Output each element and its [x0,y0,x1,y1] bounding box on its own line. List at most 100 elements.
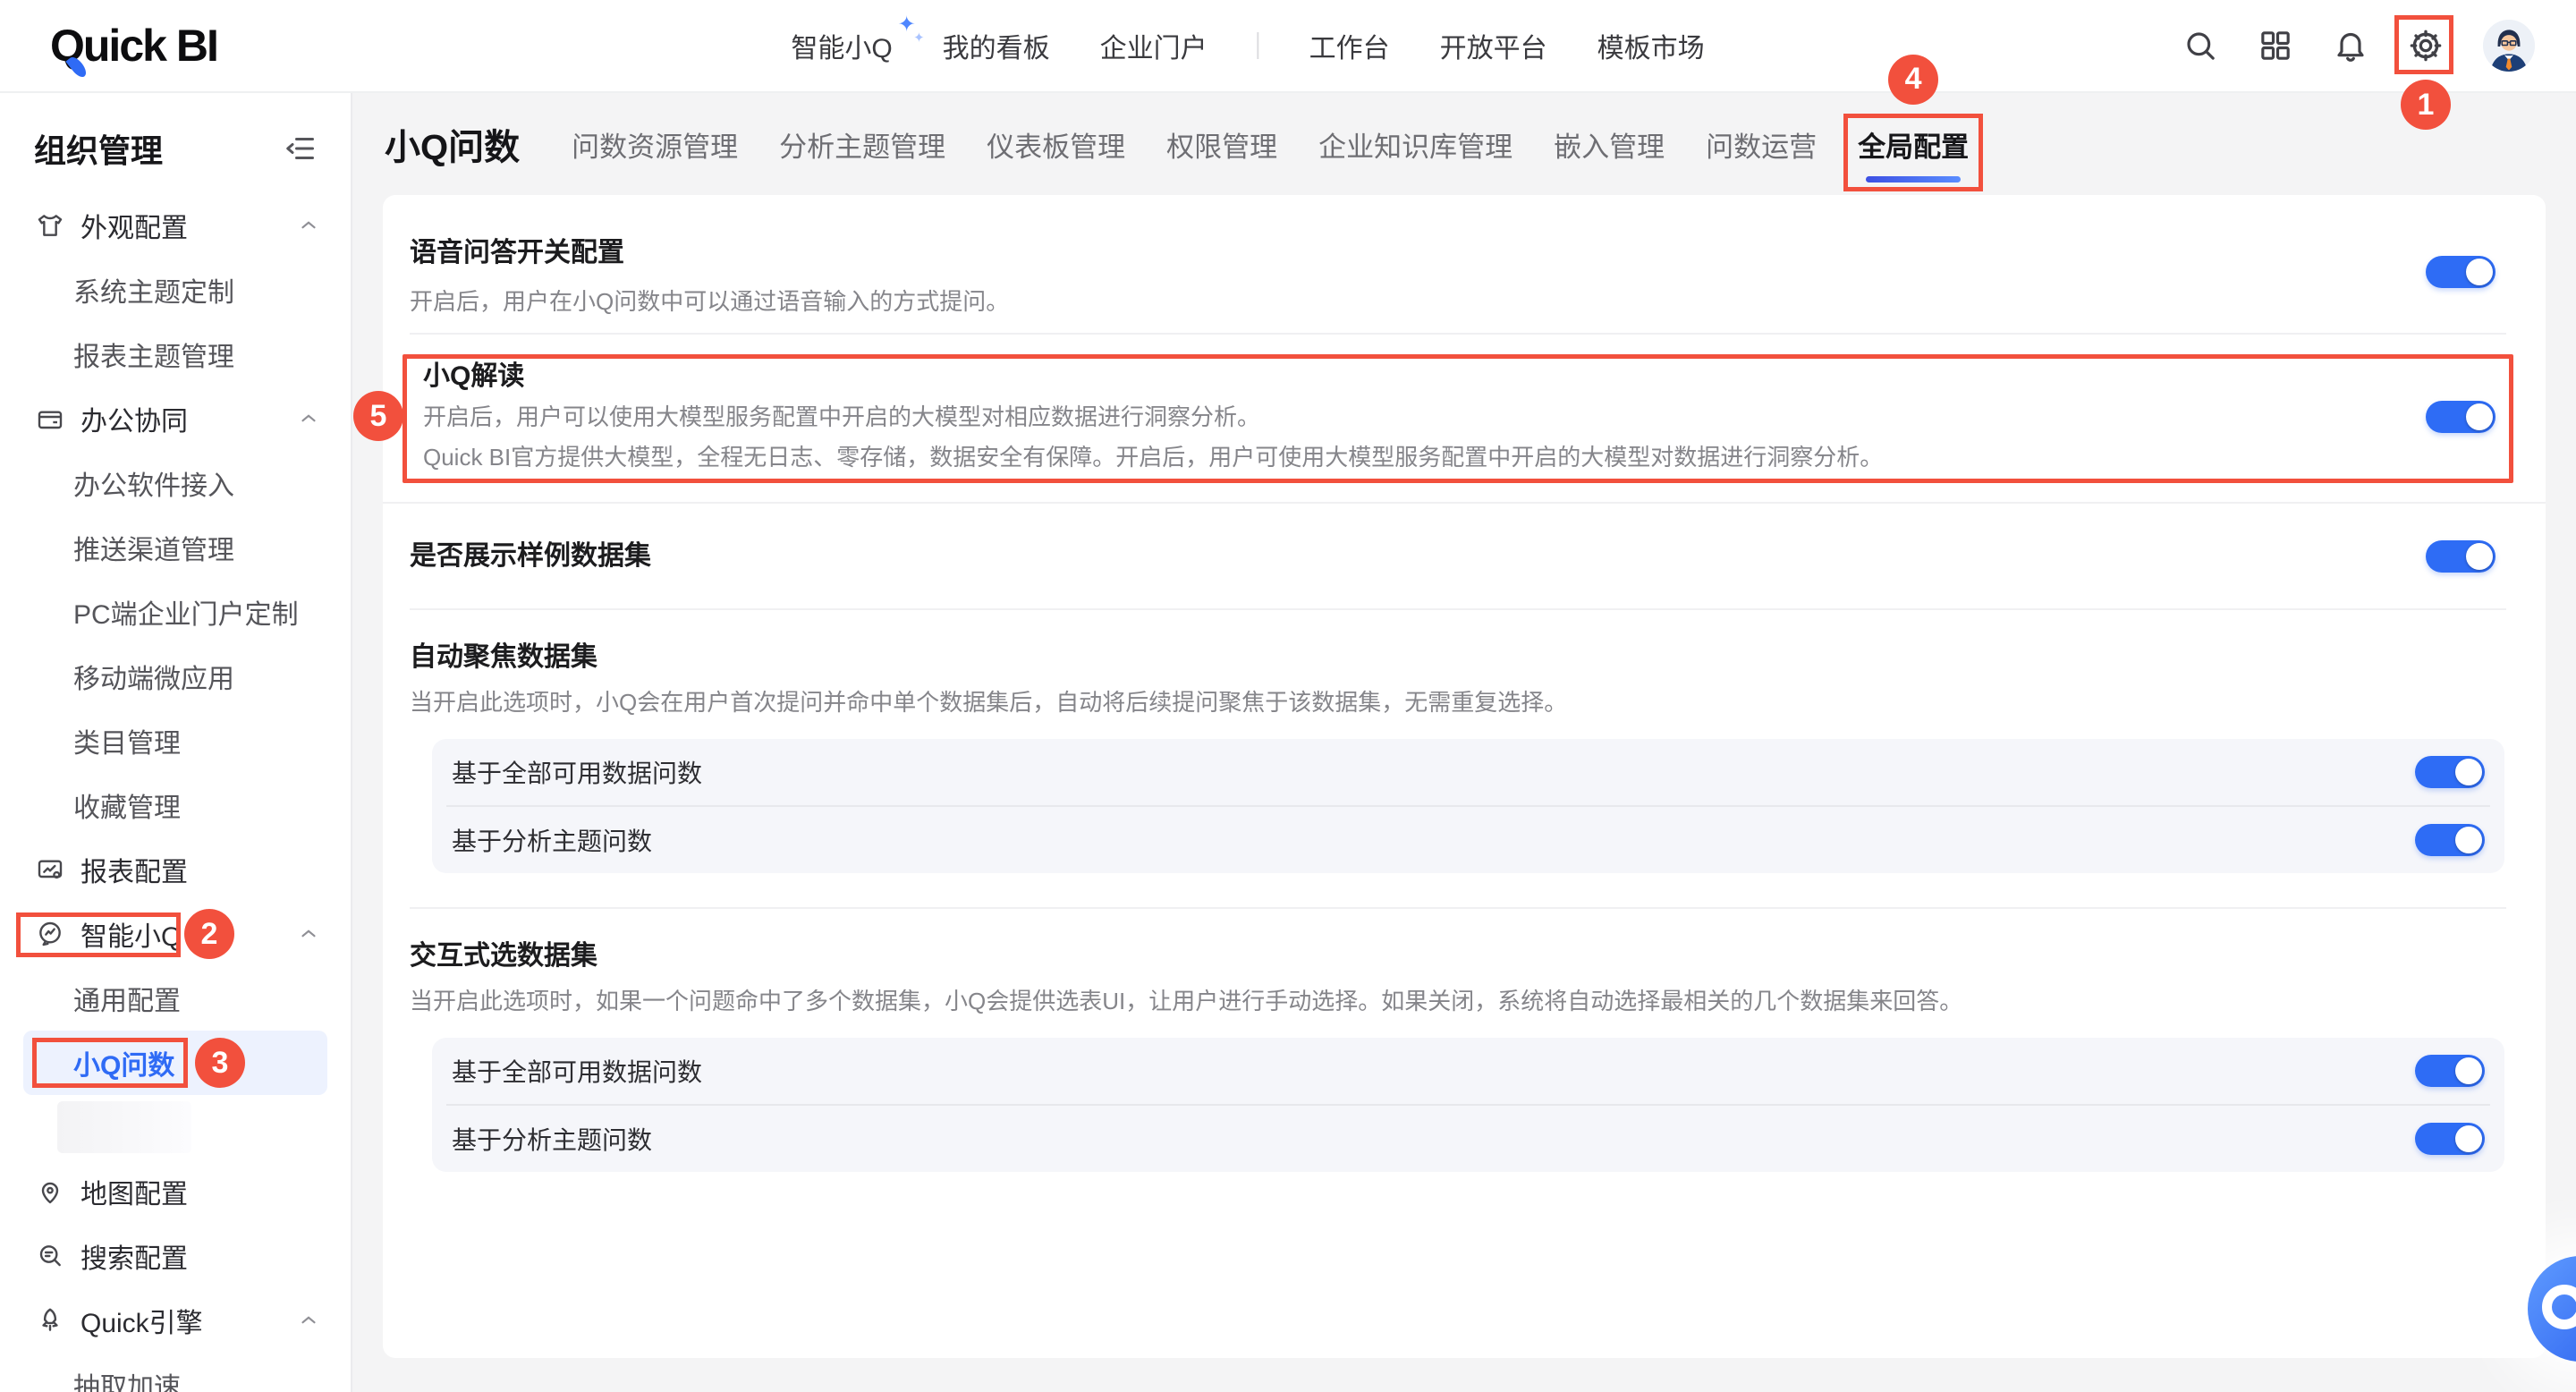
apps-grid-icon[interactable] [2258,28,2293,64]
interactive-theme-row: 基于分析主题问数 [432,1106,2504,1172]
search-bubble-icon [36,1242,64,1270]
sidebar-item-report-theme[interactable]: 报表主题管理 [0,322,351,386]
tab-analysis-theme-mgmt[interactable]: 分析主题管理 [779,124,945,165]
active-tab-underline [1866,176,1961,182]
autofocus-desc: 当开启此选项时，小Q会在用户首次提问并命中单个数据集后，自动将后续提问聚焦于该数… [410,687,2504,717]
voice-qa-title: 语音问答开关配置 [410,238,1009,268]
sidebar-item-category-mgmt[interactable]: 类目管理 [0,709,351,773]
assistant-icon [2542,1285,2576,1329]
sidebar-item-xiaoq-ask[interactable]: 小Q问数 3 [23,1031,327,1095]
sidebar-group-label: Quick引擎 [80,1301,203,1340]
sidebar-item-office-software[interactable]: 办公软件接入 [0,451,351,515]
voice-qa-toggle[interactable] [2426,256,2496,288]
sidebar-group-smart-q[interactable]: 智能小Q 2 [0,902,351,966]
header-icons: 1 [2182,20,2535,72]
sample-dataset-title: 是否展示样例数据集 [410,541,651,572]
autofocus-all-data-toggle[interactable] [2415,756,2485,788]
nav-item-enterprise-portal[interactable]: 企业门户 [1100,26,1208,65]
sidebar-group-search-config[interactable]: 搜索配置 [0,1224,351,1288]
voice-qa-row: 语音问答开关配置 开启后，用户在小Q问数中可以通过语音输入的方式提问。 [383,195,2546,333]
autofocus-theme-row: 基于分析主题问数 [432,807,2504,873]
nav-item-open-platform[interactable]: 开放平台 [1440,26,1547,65]
sparkle-icon: ✦ [913,30,925,46]
nav-item-template-market[interactable]: 模板市场 [1597,26,1705,65]
tab-knowledge-base-mgmt[interactable]: 企业知识库管理 [1318,124,1513,165]
divider [410,333,2506,335]
tab-embed-mgmt[interactable]: 嵌入管理 [1554,124,1665,165]
user-avatar[interactable] [2483,20,2535,72]
sidebar: 组织管理 外观配置 系统主题定制 报表主题管理 办公协同 [0,93,352,1392]
notification-bell-icon[interactable] [2333,28,2368,64]
sidebar-item-general-config[interactable]: 通用配置 [0,966,351,1031]
sidebar-group-label: 报表配置 [80,850,188,889]
collapse-sidebar-icon[interactable] [284,132,317,165]
sidebar-group-label: 办公协同 [80,399,188,438]
report-screen-icon [36,855,64,884]
main-area: 小Q问数 问数资源管理 分析主题管理 仪表板管理 权限管理 企业知识库管理 嵌入… [352,93,2576,1392]
autofocus-title: 自动聚焦数据集 [410,642,2504,673]
smart-q-icon [36,920,64,948]
page-header: 小Q问数 问数资源管理 分析主题管理 仪表板管理 权限管理 企业知识库管理 嵌入… [352,93,2576,195]
interactive-select-section: 交互式选数据集 当开启此选项时，如果一个问题命中了多个数据集，小Q会提供选表UI… [383,909,2546,1206]
voice-qa-desc: 开启后，用户在小Q问数中可以通过语音输入的方式提问。 [410,286,1009,317]
xiaoq-interpret-row: 小Q解读 开启后，用户可以使用大模型服务配置中开启的大模型对相应数据进行洞察分析… [402,354,2513,483]
chevron-up-icon [297,407,320,430]
sidebar-group-quick-engine[interactable]: Quick引擎 [0,1288,351,1353]
search-icon[interactable] [2182,28,2218,64]
interactive-theme-label: 基于分析主题问数 [452,1121,652,1157]
sidebar-group-label: 搜索配置 [80,1236,188,1276]
interactive-all-data-toggle[interactable] [2415,1055,2485,1087]
sidebar-group-appearance[interactable]: 外观配置 [0,193,351,258]
tab-label: 全局配置 [1858,132,1969,163]
xiaoq-interpret-desc-2: Quick BI官方提供大模型，全程无日志、零存储，数据安全有保障。开启后，用户… [423,442,1883,472]
sidebar-group-map-config[interactable]: 地图配置 [0,1159,351,1224]
interactive-select-desc: 当开启此选项时，如果一个问题命中了多个数据集，小Q会提供选表UI，让用户进行手动… [410,986,2504,1016]
tab-global-config[interactable]: 全局配置 4 [1858,124,1969,165]
wallet-icon [36,404,64,433]
sidebar-group-report-config[interactable]: 报表配置 [0,837,351,902]
autofocus-subpanel: 基于全部可用数据问数 基于分析主题问数 [432,739,2504,873]
autofocus-theme-toggle[interactable] [2415,824,2485,856]
nav-item-workbench[interactable]: 工作台 [1309,26,1390,65]
sidebar-item-pc-portal[interactable]: PC端企业门户定制 [0,580,351,644]
sidebar-item-favorites-mgmt[interactable]: 收藏管理 [0,773,351,837]
sidebar-item-push-channel[interactable]: 推送渠道管理 [0,515,351,580]
settings-gear-icon[interactable] [2408,28,2444,64]
nav-item-my-dashboard[interactable]: 我的看板 [943,26,1050,65]
xiaoq-interpret-title: 小Q解读 [423,361,1883,392]
sidebar-group-office-collab[interactable]: 办公协同 [0,386,351,451]
tab-ask-resource-mgmt[interactable]: 问数资源管理 [572,124,738,165]
sidebar-group-label: 地图配置 [80,1172,188,1211]
sample-dataset-row: 是否展示样例数据集 [383,502,2546,608]
sample-dataset-toggle[interactable] [2426,540,2496,573]
rocket-icon [36,1306,64,1335]
interactive-all-data-row: 基于全部可用数据问数 [432,1038,2504,1104]
annotation-badge-5: 5 [353,391,403,441]
redacted-sidebar-item [0,1095,351,1159]
interactive-theme-toggle[interactable] [2415,1123,2485,1155]
annotation-badge-3: 3 [195,1038,245,1088]
sidebar-item-system-theme[interactable]: 系统主题定制 [0,258,351,322]
nav-divider [1258,32,1259,59]
nav-item-smart-q[interactable]: 智能小Q ✦ ✦ [791,26,892,65]
sidebar-group-label: 智能小Q [80,914,182,954]
chevron-up-icon [297,1309,320,1332]
map-pin-icon [36,1177,64,1206]
chevron-up-icon [297,922,320,946]
sidebar-item-label: 小Q问数 [73,1043,174,1082]
sidebar-item-extract-accel[interactable]: 抽取加速 [0,1353,351,1392]
xiaoq-interpret-toggle[interactable] [2426,401,2496,433]
autofocus-section: 自动聚焦数据集 当开启此选项时，小Q会在用户首次提问并命中单个数据集后，自动将后… [383,610,2546,907]
autofocus-all-data-row: 基于全部可用数据问数 [432,739,2504,805]
tab-ask-operations[interactable]: 问数运营 [1706,124,1817,165]
top-nav: 智能小Q ✦ ✦ 我的看板 企业门户 工作台 开放平台 模板市场 [791,26,1704,65]
interactive-all-data-label: 基于全部可用数据问数 [452,1053,702,1089]
interactive-select-subpanel: 基于全部可用数据问数 基于分析主题问数 [432,1038,2504,1172]
tab-permission-mgmt[interactable]: 权限管理 [1166,124,1277,165]
tshirt-icon [36,211,64,240]
autofocus-all-data-label: 基于全部可用数据问数 [452,754,702,790]
sidebar-item-mobile-microapp[interactable]: 移动端微应用 [0,644,351,709]
quickbi-logo: Quick BI [50,20,217,72]
tab-dashboard-mgmt[interactable]: 仪表板管理 [987,124,1125,165]
page-title: 小Q问数 [385,118,520,170]
